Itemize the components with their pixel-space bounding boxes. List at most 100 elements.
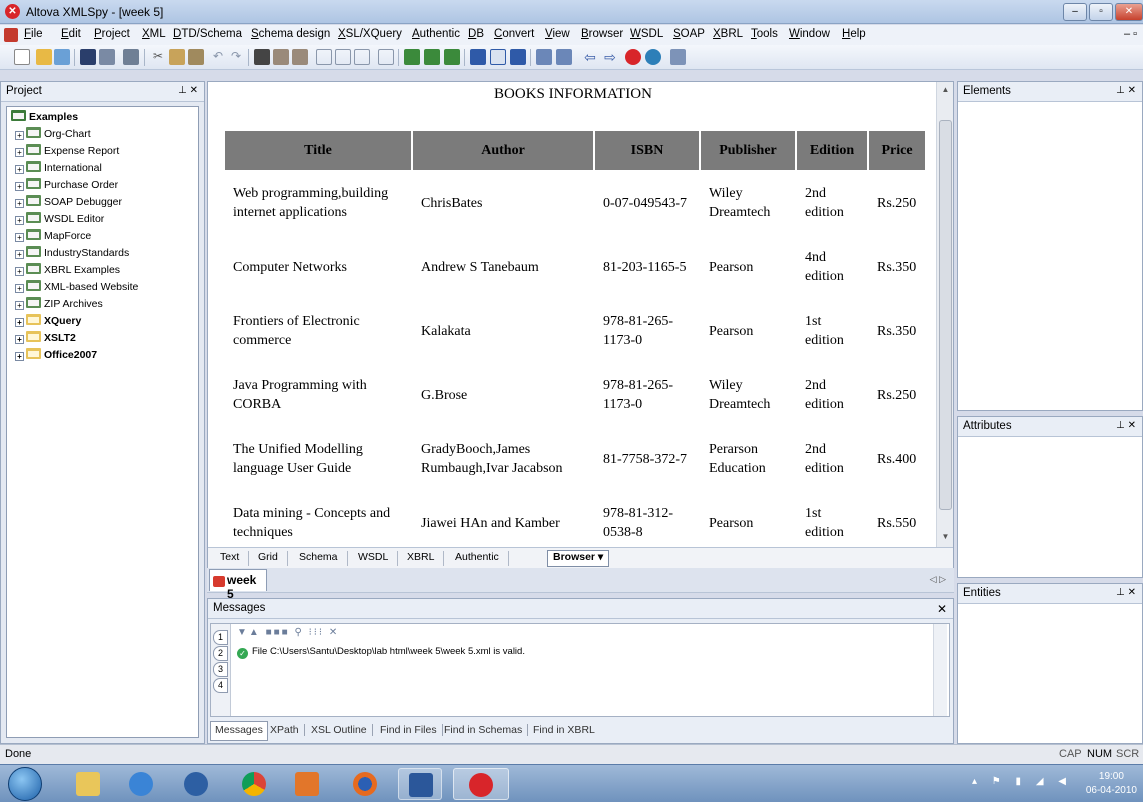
redo-icon[interactable]: ↷ — [228, 49, 244, 65]
tree-item[interactable]: + IndustryStandards — [15, 245, 129, 262]
xmlspy-app-icon[interactable]: ✕ — [5, 4, 20, 19]
check-wellformed-icon[interactable] — [316, 49, 332, 65]
pin-icon[interactable]: ⊥ ✕ — [1116, 420, 1136, 431]
tab-schema[interactable]: Schema — [299, 551, 348, 566]
tree-item[interactable]: + Office2007 — [15, 347, 97, 364]
xmlspy-taskbar-icon[interactable] — [453, 768, 509, 800]
menu-project[interactable]: Project — [94, 28, 130, 40]
expand-icon[interactable]: + — [15, 148, 24, 157]
xsl-fo-icon[interactable] — [424, 49, 440, 65]
message-tab-3[interactable]: 3 — [213, 662, 228, 677]
word-icon[interactable] — [398, 768, 442, 800]
tree-root-examples[interactable]: Examples — [11, 109, 78, 126]
project-tree[interactable]: Examples + Org-Chart + Expense Report + Int… — [6, 106, 199, 738]
message-tab-1[interactable]: 1 — [213, 630, 228, 645]
vertical-scrollbar[interactable]: ▲ ▼ — [936, 82, 953, 547]
message-toolbar-icons[interactable]: ▼▲ ■■■ ⚲ ⁝⁝⁝ ✕ — [237, 627, 377, 641]
info-window-icon[interactable] — [490, 49, 506, 65]
copy-icon[interactable] — [169, 49, 185, 65]
menu-file[interactable]: File — [24, 28, 43, 40]
tray-icons[interactable]: ▴ ⚑ ▮ ◢ ◀ — [972, 776, 1072, 787]
expand-icon[interactable]: + — [15, 182, 24, 191]
menu-window[interactable]: Window — [789, 28, 830, 40]
tab-xbrl[interactable]: XBRL — [407, 551, 445, 566]
db-window-icon[interactable] — [510, 49, 526, 65]
open-url-icon[interactable] — [54, 49, 70, 65]
tree-item[interactable]: + MapForce — [15, 228, 91, 245]
scroll-down-icon[interactable]: ▼ — [937, 532, 954, 541]
menu-schema-design[interactable]: Schema design — [251, 28, 330, 40]
tab-wsdl[interactable]: WSDL — [358, 551, 399, 566]
cut-icon[interactable]: ✂ — [150, 49, 166, 65]
scroll-thumb[interactable] — [939, 120, 952, 510]
menu-view[interactable]: View — [545, 28, 570, 40]
expand-icon[interactable]: + — [15, 131, 24, 140]
doc-tab-week5[interactable]: week 5 — [209, 569, 267, 601]
mdi-restore-icon[interactable]: – ▫ — [1124, 28, 1137, 40]
outlook-icon[interactable] — [285, 768, 329, 800]
document-icon[interactable] — [4, 28, 18, 42]
tree-item[interactable]: + Expense Report — [15, 143, 119, 160]
save-icon[interactable] — [80, 49, 96, 65]
forward-arrow-icon[interactable]: ⇨ — [602, 49, 618, 65]
minimize-button[interactable]: – — [1063, 3, 1087, 21]
tree-item[interactable]: + Purchase Order — [15, 177, 118, 194]
tab-find-in-xbrl[interactable]: Find in XBRL — [533, 724, 600, 736]
media-app-icon[interactable] — [174, 768, 218, 800]
close-button[interactable]: ✕ — [1115, 3, 1143, 21]
expand-icon[interactable]: + — [15, 284, 24, 293]
browser-options-icon[interactable] — [670, 49, 686, 65]
menu-dtd-schema[interactable]: DTD/Schema — [173, 28, 242, 40]
expand-icon[interactable]: + — [15, 250, 24, 259]
dtd-icon[interactable] — [536, 49, 552, 65]
find-icon[interactable] — [254, 49, 270, 65]
pin-close-icon[interactable]: ⊥ ✕ — [178, 85, 198, 96]
menu-soap[interactable]: SOAP — [673, 28, 705, 40]
expand-icon[interactable]: + — [15, 233, 24, 242]
validation-message[interactable]: ✓ File C:\Users\Santu\Desktop\lab html\we… — [237, 646, 525, 659]
print-icon[interactable] — [123, 49, 139, 65]
explorer-taskbar-icon[interactable] — [66, 768, 110, 800]
tree-item[interactable]: + XBRL Examples — [15, 262, 120, 279]
tab-find-in-schemas[interactable]: Find in Schemas — [444, 724, 529, 736]
open-folder-icon[interactable] — [36, 49, 52, 65]
expand-icon[interactable]: + — [15, 216, 24, 225]
tab-messages[interactable]: Messages — [210, 721, 268, 741]
tab-browser[interactable]: Browser ▾ — [547, 550, 610, 567]
replace-icon[interactable] — [292, 49, 308, 65]
xsl-transform-icon[interactable] — [404, 49, 420, 65]
paste-icon[interactable] — [188, 49, 204, 65]
menu-convert[interactable]: Convert — [494, 28, 534, 40]
firefox-icon[interactable] — [343, 768, 387, 800]
expand-icon[interactable]: + — [15, 199, 24, 208]
tab-text[interactable]: Text — [220, 551, 250, 566]
expand-icon[interactable]: + — [15, 267, 24, 276]
new-file-icon[interactable] — [14, 49, 30, 65]
tab-xpath[interactable]: XPath — [270, 724, 305, 736]
start-button[interactable] — [8, 767, 42, 801]
menu-xml[interactable]: XML — [142, 28, 166, 40]
expand-icon[interactable]: + — [15, 301, 24, 310]
tree-item[interactable]: + International — [15, 160, 102, 177]
tab-grid[interactable]: Grid — [258, 551, 288, 566]
tab-scroll-arrows-icon[interactable]: ◁ ▷ — [930, 574, 946, 585]
menu-help[interactable]: Help — [842, 28, 866, 40]
pin-icon[interactable]: ⊥ ✕ — [1116, 587, 1136, 598]
expand-icon[interactable]: + — [15, 165, 24, 174]
clock[interactable]: 19:00 06-04-2010 — [1086, 770, 1137, 798]
tree-item[interactable]: + XSLT2 — [15, 330, 76, 347]
validate-icon[interactable] — [335, 49, 351, 65]
menu-xbrl[interactable]: XBRL — [713, 28, 743, 40]
scroll-up-icon[interactable]: ▲ — [937, 85, 954, 94]
find-next-icon[interactable] — [273, 49, 289, 65]
pin-icon[interactable]: ⊥ ✕ — [1116, 85, 1136, 96]
menu-tools[interactable]: Tools — [751, 28, 778, 40]
menu-xsl-xquery[interactable]: XSL/XQuery — [338, 28, 402, 40]
message-tab-2[interactable]: 2 — [213, 646, 228, 661]
tree-item[interactable]: + SOAP Debugger — [15, 194, 122, 211]
menu-authentic[interactable]: Authentic — [412, 28, 460, 40]
expand-icon[interactable]: + — [15, 335, 24, 344]
tree-item[interactable]: + Org-Chart — [15, 126, 91, 143]
refresh-icon[interactable] — [645, 49, 661, 65]
schema-icon[interactable] — [354, 49, 370, 65]
